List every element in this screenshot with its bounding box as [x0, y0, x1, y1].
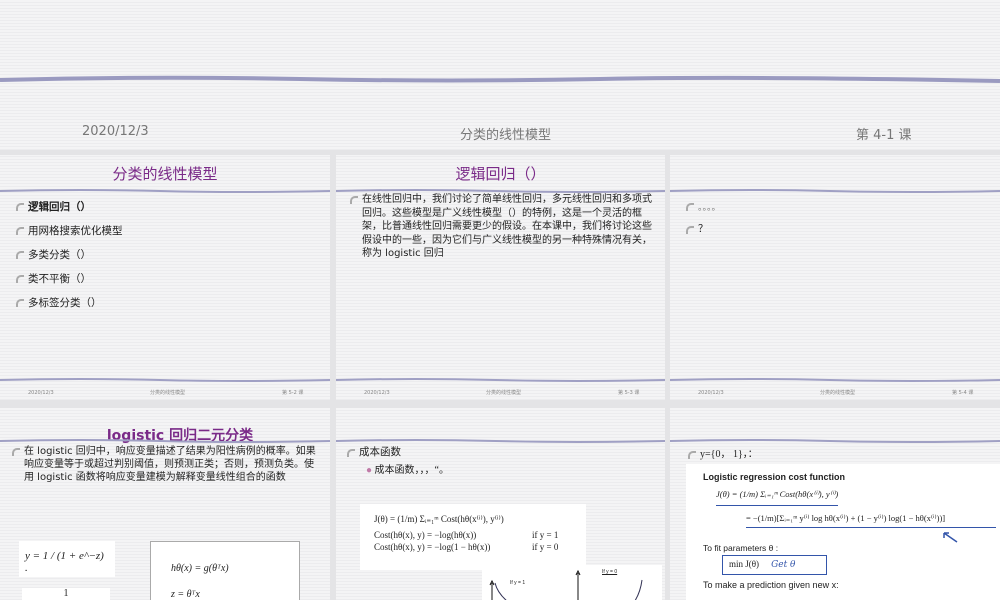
slide-thumbnail-4[interactable]: 。。。。 ？ 2020/12/3 分类的线性模型 第 5-4 课 — [670, 155, 1000, 400]
slide-thumbnail-6[interactable]: 成本函数 ● 成本函数，，，“。 J(θ) = (1/m) Σᵢ₌₁ᵐ Cost… — [336, 408, 665, 600]
minimize-box: min J(θ) Get θ — [722, 555, 827, 575]
list-item: 多标签分类（） — [16, 297, 102, 309]
sigmoid-formula: y = 1 / (1 + e^−z) . — [19, 541, 115, 577]
list-item: 多类分类（） — [16, 249, 91, 261]
cost-formula-box: J(θ) = (1/m) Σᵢ₌₁ᵐ Cost(hθ(x⁽ⁱ⁾), y⁽ⁱ⁾) … — [360, 504, 586, 570]
hypothesis-formula: hθ(x) = g(θᵀx) — [171, 563, 229, 574]
wavy-divider — [0, 189, 330, 193]
wavy-divider — [670, 439, 1000, 443]
slide-title: 分类的线性模型 — [112, 165, 218, 183]
slide-footer-page: 第 5-4 课 — [952, 390, 974, 396]
body-text: 在线性回归中，我们讨论了简单线性回归，多元线性回归和多项式回归。这些模型是广义线… — [350, 194, 652, 259]
z-formula: z = θᵀx — [171, 589, 200, 600]
slide-footer-title: 分类的线性模型 — [820, 390, 856, 396]
slide-footer-page: 第 5-3 课 — [618, 390, 640, 396]
list-item: 逻辑回归（） — [16, 201, 91, 213]
wavy-divider — [336, 439, 665, 443]
footer-lesson: 第 4-1 课 — [856, 128, 912, 143]
arrow-annotation-icon — [943, 532, 958, 543]
list-item: 成本函数 — [347, 447, 401, 458]
sub-item: ● 成本函数，，，“。 — [366, 461, 449, 476]
bullet-dot-icon: ● — [366, 465, 375, 476]
wavy-divider — [670, 378, 1000, 382]
cost-formula-1: J(θ) = (1/m) Σᵢ₌₁ᵐ Cost(hθ(x⁽ⁱ⁾), y⁽ⁱ⁾) — [716, 489, 839, 506]
cond-y1: if y = 1 — [532, 530, 559, 540]
cost-sum-formula: J(θ) = (1/m) Σᵢ₌₁ᵐ Cost(hθ(x⁽ⁱ⁾), y⁽ⁱ⁾) — [374, 514, 504, 524]
slide-thumbnail-3[interactable]: 逻辑回归（） 在线性回归中，我们讨论了简单线性回归，多元线性回归和多项式回归。这… — [336, 155, 665, 400]
slide-thumbnail-5[interactable]: logistic 回归二元分类 在 logistic 回归中，响应变量描述了结果… — [0, 408, 330, 600]
sigmoid-formula-2: 1 — [22, 588, 110, 600]
slide-footer-date: 2020/12/3 — [28, 390, 54, 396]
body-text: 在 logistic 回归中，响应变量描述了结果为阳性病例的概率。如果响应变量等… — [12, 445, 319, 484]
cost-y1: Cost(hθ(x), y) = −log(hθ(x)) — [374, 530, 477, 540]
slide-footer-date: 2020/12/3 — [364, 390, 390, 396]
slide-footer-title: 分类的线性模型 — [486, 390, 522, 396]
slide-footer-page: 第 5-2 课 — [282, 390, 304, 396]
list-item: 。。。。 — [686, 202, 721, 212]
list-item: y={0， 1}，： — [688, 449, 758, 460]
cost-curves — [489, 569, 643, 600]
predict-text: To make a prediction given new x: — [703, 580, 839, 590]
slide-footer-date: 2020/12/3 — [698, 390, 724, 396]
previous-slide-bottom: 2020/12/3 分类的线性模型 第 4-1 课 — [0, 0, 1000, 150]
footer-title: 分类的线性模型 — [460, 128, 552, 143]
cost-function-image: Logistic regression cost function J(θ) =… — [686, 464, 1000, 600]
wavy-divider — [0, 378, 330, 382]
fit-text: To fit parameters θ : — [703, 543, 779, 553]
slide-thumbnail-2[interactable]: 分类的线性模型 逻辑回归（） 用网格搜索优化模型 多类分类（） 类不平衡（） 多… — [0, 155, 330, 400]
cost-heading: Logistic regression cost function — [703, 472, 846, 482]
footer-date: 2020/12/3 — [82, 124, 149, 139]
wavy-divider — [336, 378, 665, 382]
graph-label-y1: If y = 1 — [510, 580, 526, 586]
graph-label-y0: If y = 0 — [602, 569, 618, 575]
cost-formula-2: = −(1/m)[Σᵢ₌₁ᵐ y⁽ⁱ⁾ log hθ(x⁽ⁱ⁾) + (1 − … — [746, 513, 996, 528]
hypothesis-formula-box: hθ(x) = g(θᵀx) z = θᵀx — [150, 541, 300, 600]
slide-thumbnail-7[interactable]: y={0， 1}，： Logistic regression cost func… — [670, 408, 1000, 600]
sub-item-text: 成本函数，，，“。 — [374, 465, 449, 476]
wavy-divider — [0, 75, 1000, 83]
slide-title: 逻辑回归（） — [455, 165, 546, 183]
cost-graphs: If y = 1 If y = 0 — [482, 565, 662, 600]
cond-y0: if y = 0 — [532, 542, 559, 552]
list-item: 用网格搜索优化模型 — [16, 225, 123, 237]
min-formula: min J(θ) — [729, 559, 760, 569]
wavy-divider — [670, 189, 1000, 193]
handwritten-annotation: Get θ — [771, 560, 796, 570]
slide-footer-title: 分类的线性模型 — [150, 390, 186, 396]
list-item: ？ — [686, 224, 708, 235]
cost-y0: Cost(hθ(x), y) = −log(1 − hθ(x)) — [374, 542, 491, 552]
list-item: 类不平衡（） — [16, 273, 91, 285]
